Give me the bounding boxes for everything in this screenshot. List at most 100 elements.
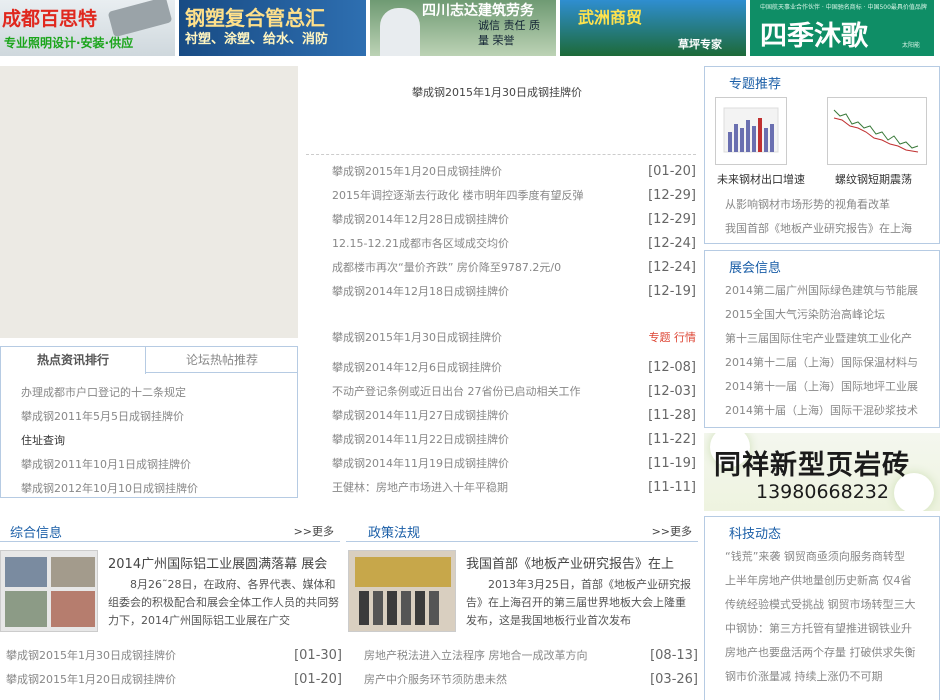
policy-header: 政策法规 >>更多 <box>346 516 698 542</box>
list-item[interactable]: 传统经验模式受挑战 钢贸市场转型三大 <box>725 593 939 617</box>
dashed-divider <box>306 154 696 155</box>
list-item[interactable]: 从影响钢材市场形势的视角看改革 <box>725 193 939 217</box>
ad-phone: 13980668232 <box>756 481 889 503</box>
topic-tag[interactable]: 专题 行情 <box>649 326 697 350</box>
news-item[interactable]: 攀成钢2014年11月27日成钢挂牌价 [11-28] <box>332 404 698 428</box>
list-item[interactable]: 2014第十届（上海）国际干混砂浆技术 <box>725 399 939 423</box>
general-info-header: 综合信息 >>更多 <box>0 516 340 542</box>
list-item[interactable]: 攀成钢2011年10月1日成钢挂牌价 <box>21 453 297 477</box>
list-item[interactable]: 2015全国大气污染防治高峰论坛 <box>725 303 939 327</box>
bar-chart-icon <box>723 107 779 153</box>
list-item[interactable]: 我国首部《地板产业研究报告》在上海 <box>725 217 939 241</box>
lamp-graphic <box>107 0 173 38</box>
box-header: 展会信息 <box>705 251 939 279</box>
news-item[interactable]: 攀成钢2015年1月30日成钢挂牌价 [01-30] <box>6 644 342 668</box>
news-list-a: 攀成钢2015年1月20日成钢挂牌价 [01-20] 2015年调控逐渐去行政化 … <box>332 160 698 304</box>
ad-title: 同祥新型页岩砖 <box>714 450 910 481</box>
hot-news-list: 办理成都市户口登记的十二条规定 攀成钢2011年5月5日成钢挂牌价 住址查询 攀… <box>1 373 297 501</box>
thumbnail-caption[interactable]: 螺纹钢短期震荡 <box>835 171 912 187</box>
ad-subtitle: 诚信 责任 质量 荣誉 <box>478 19 540 47</box>
list-item[interactable]: 第十三届国际住宅产业暨建筑工业化产 <box>725 327 939 351</box>
ad-banner-labor[interactable]: 四川志达建筑劳务 诚信 责任 质量 荣誉 <box>370 0 556 56</box>
more-link[interactable]: >>更多 <box>294 523 334 539</box>
ad-title: 成都百思特 <box>2 8 98 30</box>
news-item[interactable]: 攀成钢2014年11月19日成钢挂牌价 [11-19] <box>332 452 698 476</box>
news-item[interactable]: 攀成钢2015年1月20日成钢挂牌价 [01-20] <box>6 668 342 692</box>
news-item-featured[interactable]: 攀成钢2015年1月30日成钢挂牌价 专题 行情 <box>332 326 698 350</box>
news-item[interactable]: 12.15-12.21成都市各区域成交均价 [12-24] <box>332 232 698 256</box>
box-header: 专题推荐 <box>705 67 939 95</box>
top-ad-row: 成都百思特 专业照明设计·安装·供应 钢塑复合管总汇 衬塑、涂塑、给水、消防 四… <box>0 0 950 56</box>
list-item[interactable]: 攀成钢2011年5月5日成钢挂牌价 <box>21 405 297 429</box>
list-item[interactable]: 2014第十二届（上海）国际保温材料与 <box>725 351 939 375</box>
general-info-list: 攀成钢2015年1月30日成钢挂牌价 [01-30] 攀成钢2015年1月20日成… <box>6 644 342 692</box>
list-item[interactable]: 住址查询 <box>21 429 297 453</box>
list-item[interactable]: 中钢协：第三方托管有望推进钢铁业升 <box>725 617 939 641</box>
list-item[interactable]: “钱荒”来袭 钢贸商亟须向服务商转型 <box>725 545 939 569</box>
ad-title: 四川志达建筑劳务 <box>422 3 534 19</box>
news-item[interactable]: 攀成钢2015年1月20日成钢挂牌价 [01-20] <box>332 160 698 184</box>
ad-fineprint: 中国航天事业合作伙伴 · 中国驰名商标 · 中国500最具价值品牌 <box>760 4 927 11</box>
ad-subtitle: 太阳能 <box>902 42 921 49</box>
news-item[interactable]: 房产中介服务环节须防患未然 [03-26] <box>364 668 698 692</box>
ad-banner-solar[interactable]: 中国航天事业合作伙伴 · 中国驰名商标 · 中国500最具价值品牌 四季沐歌 太… <box>750 0 934 56</box>
news-item[interactable]: 王健林：房地产市场进入十年平稳期 [11-11] <box>332 476 698 500</box>
list-item[interactable]: 办理成都市户口登记的十二条规定 <box>21 381 297 405</box>
ad-subtitle: 草坪专家 <box>678 38 722 51</box>
box-title[interactable]: 展会信息 <box>729 257 781 276</box>
ad-subtitle: 专业照明设计·安装·供应 <box>4 36 134 50</box>
tech-news-box: 科技动态 “钱荒”来袭 钢贸商亟须向服务商转型 上半年房地产供地量创历史新高 仅… <box>704 516 940 700</box>
list-item[interactable]: 2014第二届广州国际绿色建筑与节能展 <box>725 279 939 303</box>
topic-list: 从影响钢材市场形势的视角看改革 我国首部《地板产业研究报告》在上海 <box>705 193 939 241</box>
exhibition-photo[interactable] <box>0 550 98 632</box>
worker-graphic <box>380 8 420 56</box>
ad-title: 武洲商贸 <box>578 8 643 27</box>
headline-link[interactable]: 攀成钢2015年1月30日成钢挂牌价 <box>306 84 688 100</box>
list-item[interactable]: 房地产也要盘活两个存量 打破供求失衡 <box>725 641 939 665</box>
ad-title: 钢塑复合管总汇 <box>185 6 325 30</box>
thumbnail-row: 未来钢材出口增速 螺纹钢短期震荡 <box>705 95 939 193</box>
hot-tabs: 热点资讯排行 论坛热帖推荐 <box>1 347 297 374</box>
left-image-placeholder <box>0 66 298 338</box>
list-item[interactable]: 上半年房地产供地量创历史新高 仅4省 <box>725 569 939 593</box>
thumbnail-caption[interactable]: 未来钢材出口增速 <box>717 171 805 187</box>
feature-title[interactable]: 2014广州国际铝工业展圆满落幕 展会 <box>108 553 340 572</box>
feature-title[interactable]: 我国首部《地板产业研究报告》在上 <box>466 553 694 572</box>
news-item[interactable]: 不动产登记条例或近日出台 27省份已启动相关工作 [12-03] <box>332 380 698 404</box>
conference-photo[interactable] <box>348 550 456 632</box>
news-item[interactable]: 攀成钢2014年12月28日成钢挂牌价 [12-29] <box>332 208 698 232</box>
news-item[interactable]: 2015年调控逐渐去行政化 楼市明年四季度有望反弹 [12-29] <box>332 184 698 208</box>
conference-photo-icon <box>349 551 455 631</box>
section-title[interactable]: 综合信息 <box>10 522 62 541</box>
news-item[interactable]: 攀成钢2014年11月22日成钢挂牌价 [11-22] <box>332 428 698 452</box>
feature-description: 2013年3月25日，首部《地板产业研究报告》在上海召开的第三届世界地板大会上隆… <box>466 578 691 627</box>
news-item[interactable]: 攀成钢2014年12月6日成钢挂牌价 [12-08] <box>332 356 698 380</box>
ad-banner-lawn[interactable]: 武洲商贸 草坪专家 <box>560 0 746 56</box>
feature-description: 8月26˜28日，在政府、各界代表、媒体和组委会的积极配合和展会全体工作人员的共… <box>108 578 339 627</box>
tab-hot-news[interactable]: 热点资讯排行 <box>1 347 146 374</box>
topic-recommend-box: 专题推荐 未来钢材出口增速 螺纹钢短期震荡 从影响钢材市场形势的视角看改革 我国… <box>704 66 940 244</box>
policy-list: 房地产税法进入立法程序 房地合一成改革方向 [08-13] 房产中介服务环节须防患… <box>364 644 698 692</box>
more-link[interactable]: >>更多 <box>652 523 692 539</box>
ad-title: 四季沐歌 <box>760 21 868 52</box>
tab-forum-hot[interactable]: 论坛热帖推荐 <box>147 347 297 373</box>
exhibition-box: 展会信息 2014第二届广州国际绿色建筑与节能展 2015全国大气污染防治高峰论… <box>704 250 940 428</box>
box-title[interactable]: 专题推荐 <box>729 73 781 92</box>
bar-chart-thumbnail[interactable] <box>715 97 787 165</box>
ad-banner-pipes[interactable]: 钢塑复合管总汇 衬塑、涂塑、给水、消防 <box>179 0 366 56</box>
list-item[interactable]: 攀成钢2012年10月10日成钢挂牌价 <box>21 477 297 501</box>
ad-subtitle: 衬塑、涂塑、给水、消防 <box>185 32 329 47</box>
news-list-b: 攀成钢2015年1月30日成钢挂牌价 专题 行情 攀成钢2014年12月6日成钢挂… <box>332 326 698 500</box>
brick-ad-banner[interactable]: 同祥新型页岩砖 13980668232 <box>704 433 940 511</box>
box-header: 科技动态 <box>705 517 939 545</box>
line-chart-icon <box>833 109 919 153</box>
ad-banner-lighting[interactable]: 成都百思特 专业照明设计·安装·供应 <box>0 0 175 56</box>
news-item[interactable]: 房地产税法进入立法程序 房地合一成改革方向 [08-13] <box>364 644 698 668</box>
news-item[interactable]: 成都楼市再次“量价齐跌” 房价降至9787.2元/0 [12-24] <box>332 256 698 280</box>
line-chart-thumbnail[interactable] <box>827 97 927 165</box>
section-title[interactable]: 政策法规 <box>368 522 420 541</box>
list-item[interactable]: 钢市价涨量减 持续上涨仍不可期 <box>725 665 939 689</box>
box-title[interactable]: 科技动态 <box>729 523 781 542</box>
list-item[interactable]: 2014第十一届（上海）国际地坪工业展 <box>725 375 939 399</box>
news-item[interactable]: 攀成钢2014年12月18日成钢挂牌价 [12-19] <box>332 280 698 304</box>
